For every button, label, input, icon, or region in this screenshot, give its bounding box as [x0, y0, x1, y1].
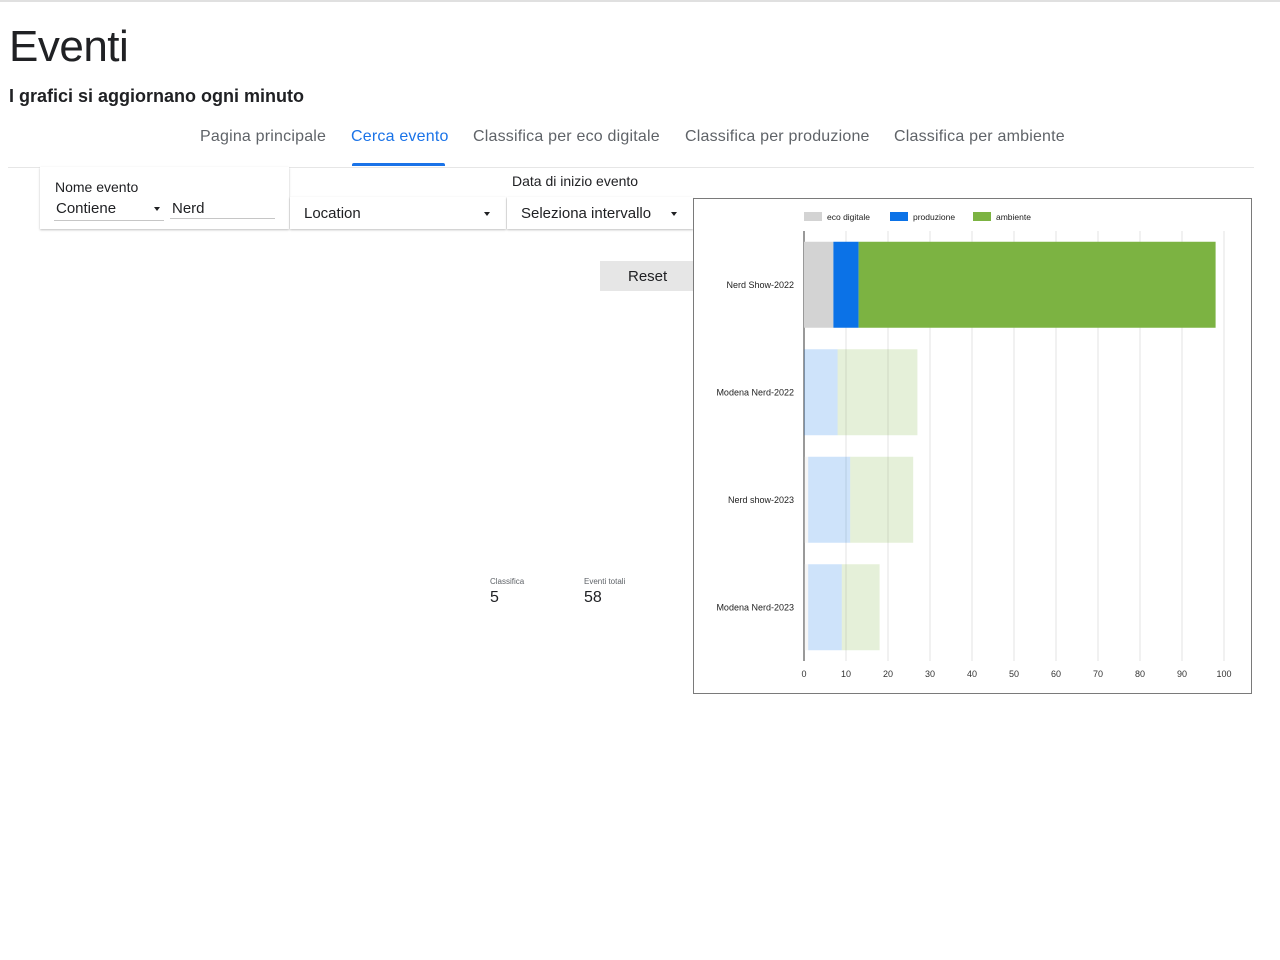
page-title: Eventi — [9, 22, 129, 71]
page-subtitle: I grafici si aggiornano ogni minuto — [9, 86, 305, 106]
stacked-bar-chart[interactable]: 0 10 20 30 40 50 60 70 80 90 100 Nerd Show-2022 Mode… — [693, 198, 1252, 694]
tab-classifica-ambiente[interactable]: Classifica per ambiente — [894, 128, 1065, 146]
tab-cerca-evento[interactable]: Cerca evento — [351, 128, 449, 146]
bar — [858, 241, 1216, 328]
bar — [833, 241, 859, 328]
bar — [804, 349, 838, 436]
bar — [850, 456, 914, 543]
x-tick-label: 70 — [1093, 669, 1103, 679]
bar — [808, 456, 851, 543]
bar — [804, 241, 834, 328]
chart-canvas: 0 10 20 30 40 50 60 70 80 90 100 Nerd Show-2022 Mode… — [716, 212, 1232, 679]
event-name-filter: Nome evento Contiene Nerd — [40, 167, 289, 229]
date-range-filter[interactable]: Seleziona intervallo — [507, 197, 693, 229]
category-label: Modena Nerd-2022 — [716, 387, 794, 397]
x-tick-label: 90 — [1177, 669, 1187, 679]
x-tick-label: 60 — [1051, 669, 1061, 679]
operator-dropdown[interactable]: Contiene — [56, 200, 116, 217]
reset-button[interactable]: Reset — [600, 261, 693, 291]
tab-classifica-produzione[interactable]: Classifica per produzione — [685, 128, 870, 146]
kpi-classifica-value: 5 — [490, 589, 499, 606]
x-tick-label: 40 — [967, 669, 977, 679]
location-dropdown[interactable]: Location — [304, 205, 361, 222]
event-name-input[interactable]: Nerd — [172, 200, 205, 217]
kpi-classifica-label: Classifica — [490, 577, 525, 586]
tab-pagina-principale[interactable]: Pagina principale — [200, 128, 326, 146]
x-tick-label: 30 — [925, 669, 935, 679]
event-name-input-underline — [170, 218, 275, 219]
date-range-dropdown[interactable]: Seleziona intervallo — [521, 205, 651, 222]
x-tick-label: 50 — [1009, 669, 1019, 679]
kpi-eventi-totali-label: Eventi totali — [584, 577, 626, 586]
start-date-filter-label: Data di inizio evento — [512, 173, 639, 189]
tab-bar: Pagina principale Cerca evento Classific… — [8, 120, 1254, 168]
category-label: Nerd show-2023 — [728, 495, 794, 505]
legend-swatch — [973, 212, 991, 221]
x-tick-label: 10 — [841, 669, 851, 679]
bar — [808, 564, 842, 651]
x-tick-label: 20 — [883, 669, 893, 679]
bar — [841, 564, 880, 651]
location-filter[interactable]: Location — [290, 197, 506, 229]
event-name-filter-label: Nome evento — [55, 179, 139, 195]
chevron-down-icon[interactable] — [484, 212, 490, 216]
x-tick-label: 0 — [801, 669, 806, 679]
legend-swatch — [804, 212, 822, 221]
category-label: Nerd Show-2022 — [726, 280, 794, 290]
operator-underline — [54, 220, 164, 221]
chevron-down-icon[interactable] — [154, 207, 160, 211]
active-tab-indicator — [352, 163, 445, 166]
legend-label: ambiente — [996, 212, 1031, 222]
top-divider — [0, 0, 1280, 2]
category-label: Modena Nerd-2023 — [716, 602, 794, 612]
legend-label: eco digitale — [827, 212, 870, 222]
bar — [804, 456, 809, 543]
x-tick-label: 80 — [1135, 669, 1145, 679]
tab-classifica-eco-digitale[interactable]: Classifica per eco digitale — [473, 128, 660, 146]
bar — [804, 564, 809, 651]
legend-swatch — [890, 212, 908, 221]
kpi-eventi-totali-value: 58 — [584, 589, 602, 606]
chevron-down-icon[interactable] — [671, 212, 677, 216]
legend-label: produzione — [913, 212, 955, 222]
bar — [837, 349, 918, 436]
x-tick-label: 100 — [1216, 669, 1231, 679]
